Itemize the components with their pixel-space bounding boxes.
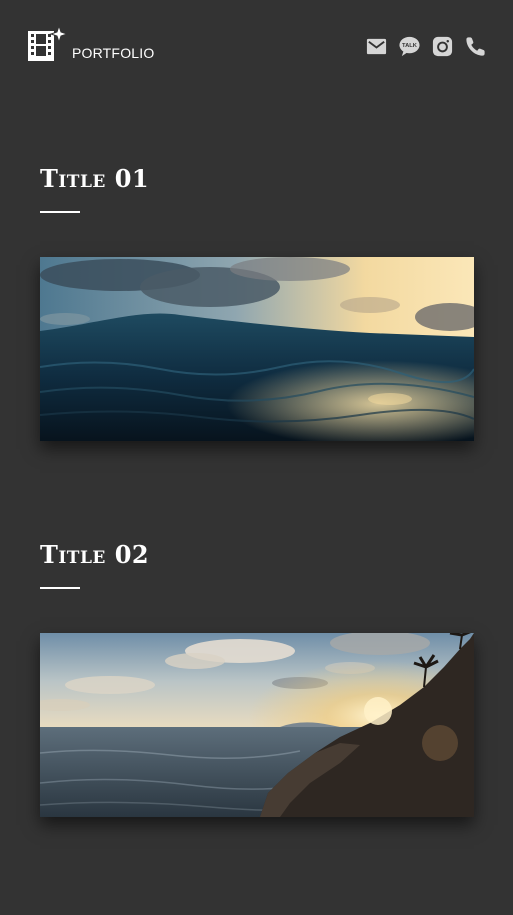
title-underline	[40, 211, 80, 213]
title-underline	[40, 587, 80, 589]
phone-icon[interactable]	[464, 35, 487, 58]
brand-logo-link[interactable]: PORTFOLIO	[28, 26, 154, 62]
site-header: PORTFOLIO TALK	[0, 0, 513, 90]
section-title: Title 01	[40, 164, 150, 193]
portfolio-section-2: Title 02	[40, 540, 474, 817]
talk-badge-text: TALK	[402, 43, 418, 49]
talk-chat-icon[interactable]: TALK	[398, 35, 421, 58]
portfolio-image-rocky-coast[interactable]	[40, 633, 474, 817]
portfolio-image-ocean-wave[interactable]	[40, 257, 474, 441]
mail-icon[interactable]	[365, 35, 388, 58]
film-sparkle-icon	[28, 26, 68, 61]
section-title: Title 02	[40, 540, 150, 569]
brand-label: PORTFOLIO	[72, 45, 155, 61]
contact-icons: TALK	[365, 35, 487, 58]
instagram-icon[interactable]	[431, 35, 454, 58]
portfolio-page: PORTFOLIO TALK Title 01 Title 02	[0, 0, 513, 915]
portfolio-section-1: Title 01	[40, 164, 474, 441]
